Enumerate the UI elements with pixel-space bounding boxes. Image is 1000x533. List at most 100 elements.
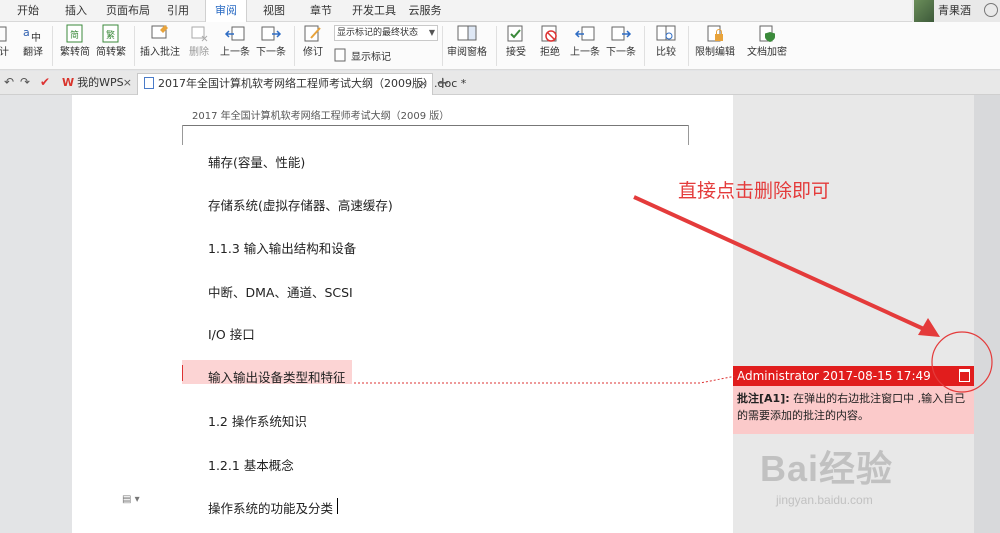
review-pane-icon (457, 25, 477, 41)
header-corner-right (688, 125, 689, 145)
divider (52, 26, 53, 66)
translate-button[interactable]: a中 翻译 (18, 24, 48, 60)
paragraph[interactable]: 辅存(容量、性能) (208, 152, 305, 171)
accept-icon (507, 25, 523, 42)
tab-references[interactable]: 引用 (160, 0, 196, 22)
page-header: 2017 年全国计算机软考网络工程师考试大纲（2009 版） (192, 111, 450, 122)
user-area[interactable]: 青果酒 (912, 0, 1000, 22)
commented-paragraph[interactable]: 输入输出设备类型和特征 (208, 367, 346, 386)
avatar[interactable] (914, 0, 934, 22)
new-tab-icon[interactable]: + (436, 74, 449, 92)
paragraph[interactable]: 存储系统(虚拟存储器、高速缓存) (208, 195, 393, 214)
prev-comment-button[interactable]: 上一条 (218, 24, 252, 60)
divider (134, 26, 135, 66)
prev-change-icon (574, 26, 595, 41)
restrict-edit-button[interactable]: 限制编辑 (694, 24, 736, 60)
tab-document[interactable]: 2017年全国计算机软考网络工程师考试大纲（2009版）.doc * × (137, 73, 466, 95)
document-page[interactable]: 2017 年全国计算机软考网络工程师考试大纲（2009 版） 辅存(容量、性能)… (72, 95, 733, 533)
tab-developer[interactable]: 开发工具 (350, 0, 398, 22)
translate-icon: a中 (23, 26, 41, 44)
simplified-to-trad-button[interactable]: 繁 简转繁 (94, 24, 128, 60)
wps-logo-icon: W (62, 76, 75, 89)
shield-icon (759, 25, 775, 42)
redo-icon[interactable]: ↷ (20, 75, 30, 89)
tab-page-layout[interactable]: 页面布局 (104, 0, 152, 22)
revise-icon (304, 25, 321, 42)
compare-icon (656, 25, 676, 41)
insert-comment-icon (151, 25, 168, 39)
review-pane-button[interactable]: 审阅窗格 (446, 24, 488, 60)
right-gutter (974, 95, 1000, 533)
close-icon[interactable]: × (419, 74, 428, 94)
tab-insert[interactable]: 插入 (58, 0, 94, 22)
watermark-url: jingyan.baidu.com (776, 493, 873, 507)
markup-state-select[interactable]: 显示标记的最终状态 ▼ (334, 25, 438, 41)
paragraph-options-icon[interactable]: ▤ ▾ (122, 494, 140, 505)
compare-button[interactable]: 比较 (650, 24, 682, 60)
comment-author-time: Administrator 2017-08-15 17:49 (737, 369, 931, 383)
paragraph[interactable]: I/O 接口 (208, 324, 255, 343)
tab-chapter[interactable]: 章节 (303, 0, 339, 22)
user-name: 青果酒 (938, 4, 971, 17)
comment-body[interactable]: 批注[A1]: 在弹出的右边批注窗口中 ,输入自己的需要添加的批注的内容。 (733, 386, 974, 434)
close-icon[interactable]: × (123, 73, 132, 93)
tab-mywps[interactable]: W 我的WPS × (58, 73, 136, 95)
annotation-text: 直接点击删除即可 (678, 180, 831, 202)
tab-cloud[interactable]: 云服务 (405, 0, 445, 22)
paragraph[interactable]: 操作系统的功能及分类 (208, 498, 333, 517)
text-cursor (337, 498, 338, 514)
header-divider (182, 125, 688, 126)
reject-button[interactable]: 拒绝 (534, 24, 566, 60)
user-status-icon[interactable] (984, 3, 998, 17)
document-tabs-bar: ↶ ↷ ✔ W 我的WPS × 2017年全国计算机软考网络工程师考试大纲（200… (0, 71, 1000, 95)
watermark: Bai经验 jingyan.baidu.com (760, 440, 894, 507)
comment-anchor-mark (182, 365, 183, 381)
next-comment-button[interactable]: 下一条 (254, 24, 288, 60)
chevron-down-icon: ▼ (428, 28, 435, 37)
track-button-partial[interactable]: 计 (0, 24, 12, 60)
divider (688, 26, 689, 66)
delete-comment-icon[interactable] (959, 369, 970, 382)
heading[interactable]: 1.2.1 基本概念 (208, 455, 294, 474)
accept-button[interactable]: 接受 (500, 24, 532, 60)
comment-label: 批注[A1]: (737, 392, 790, 405)
doc-icon (144, 77, 154, 89)
svg-text:简: 简 (70, 29, 79, 41)
reject-icon (541, 25, 557, 42)
next-arrow-icon (261, 26, 282, 41)
prev-change-button[interactable]: 上一条 (568, 24, 602, 60)
delete-comment-icon (191, 26, 208, 42)
trad-simplified-icon: 简 (66, 24, 83, 43)
ribbon-toolbar: 计 a中 翻译 简 繁转简 繁 简转繁 插入批注 删除 上一条 下一条 修订 显… (0, 22, 1000, 70)
comment-header[interactable]: Administrator 2017-08-15 17:49 (733, 366, 974, 386)
divider (294, 26, 295, 66)
show-markup-button[interactable]: 显示标记 (334, 47, 391, 63)
paragraph[interactable]: 中断、DMA、通道、SCSI (208, 282, 353, 301)
divider (496, 26, 497, 66)
trad-to-simplified-button[interactable]: 简 繁转简 (58, 24, 92, 60)
watermark-logo: Bai经验 (760, 448, 894, 489)
menu-bar: 开始 插入 页面布局 引用 审阅 视图 章节 开发工具 云服务 青果酒 (0, 0, 1000, 23)
tab-review[interactable]: 审阅 (205, 0, 247, 23)
show-markup-icon (334, 48, 346, 62)
heading[interactable]: 1.2 操作系统知识 (208, 411, 307, 430)
header-corner-left (182, 125, 183, 145)
tab-start[interactable]: 开始 (10, 0, 46, 22)
svg-text:繁: 繁 (106, 29, 115, 41)
tab-view[interactable]: 视图 (256, 0, 292, 22)
next-change-button[interactable]: 下一条 (604, 24, 638, 60)
lock-icon (707, 25, 723, 42)
track-changes-button[interactable]: 修订 (298, 24, 328, 60)
doc-encrypt-button[interactable]: 文档加密 (746, 24, 788, 60)
svg-text:中: 中 (31, 31, 41, 44)
divider (644, 26, 645, 66)
divider (442, 26, 443, 66)
heading[interactable]: 1.1.3 输入输出结构和设备 (208, 238, 356, 257)
insert-comment-button[interactable]: 插入批注 (140, 24, 180, 60)
simplified-trad-icon: 繁 (102, 24, 119, 43)
svg-text:a: a (23, 26, 30, 39)
pin-icon[interactable]: ✔ (40, 75, 50, 89)
track-icon (0, 26, 7, 42)
undo-icon[interactable]: ↶ (4, 75, 14, 89)
delete-comment-button[interactable]: 删除 (184, 24, 214, 60)
